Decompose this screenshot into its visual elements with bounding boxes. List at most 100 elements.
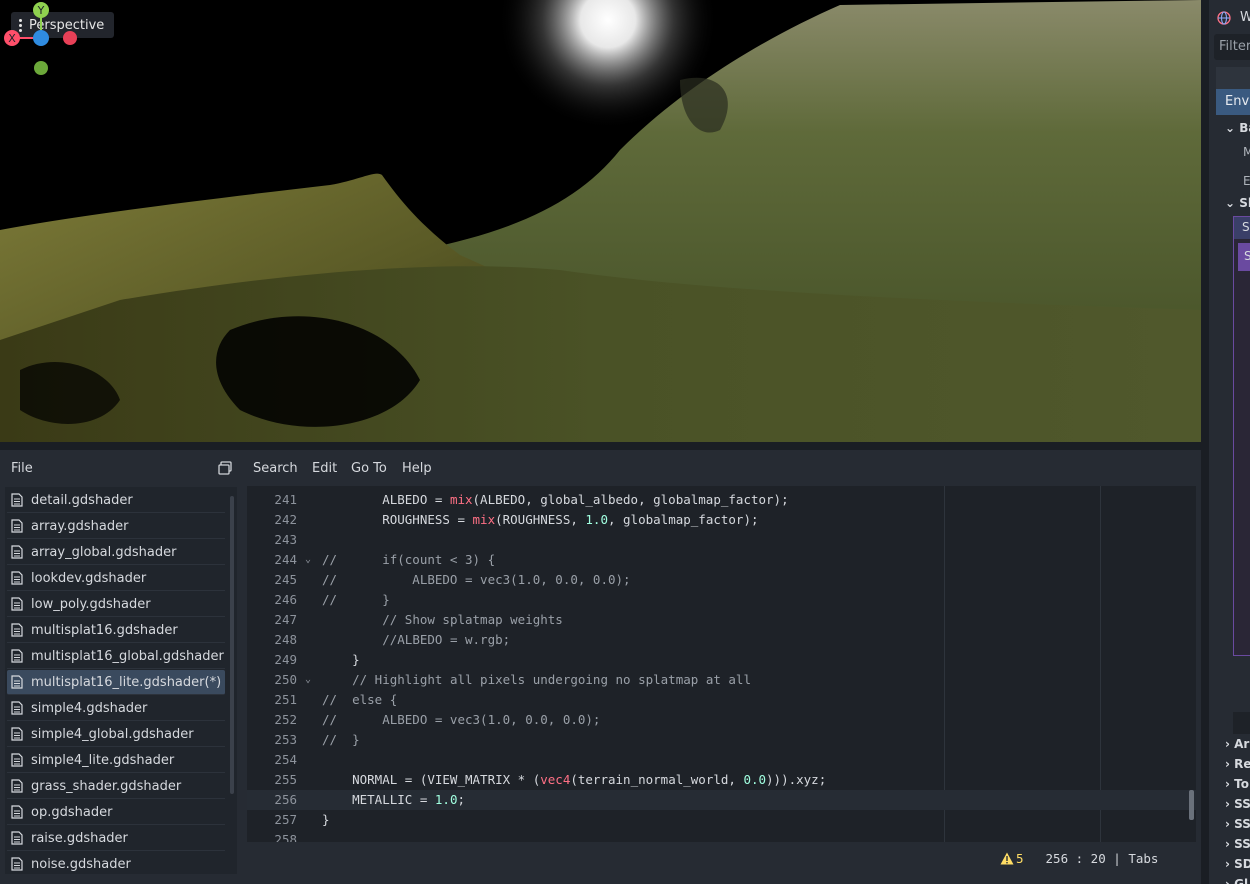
inspector-section-collapsed[interactable]: › SS xyxy=(1225,817,1250,831)
code-line[interactable]: 255 NORMAL = (VIEW_MATRIX * (vec4(terrai… xyxy=(247,770,1196,790)
inspector-section-collapsed[interactable]: › SD xyxy=(1225,857,1250,871)
inspector-section-collapsed[interactable]: › Gl xyxy=(1225,877,1248,884)
code-text: NORMAL = (VIEW_MATRIX * (vec4(terrain_no… xyxy=(322,772,827,787)
code-line[interactable]: 242 ROUGHNESS = mix(ROUGHNESS, 1.0, glob… xyxy=(247,510,1196,530)
orientation-gizmo[interactable]: Y X xyxy=(0,0,80,80)
background-section[interactable]: ⌄ Ba xyxy=(1225,121,1250,135)
script-file-list: detail.gdshader array.gdshader array_globa… xyxy=(5,487,237,874)
line-number: 247 xyxy=(274,612,297,627)
code-editor[interactable]: 241 ALBEDO = mix(ALBEDO, global_albedo, … xyxy=(247,486,1196,842)
code-line[interactable]: 247 // Show splatmap weights xyxy=(247,610,1196,630)
panel-split-handle[interactable] xyxy=(0,442,1201,450)
code-line[interactable]: 248 //ALBEDO = w.rgb; xyxy=(247,630,1196,650)
inspector-dock: W Filter Env ⌄ Ba M E ⌄ Sk S S › Ar› Re›… xyxy=(1209,0,1250,884)
code-line[interactable]: 253 // } xyxy=(247,730,1196,750)
script-file-name: array.gdshader xyxy=(31,518,129,534)
3d-viewport[interactable]: Perspective Y X xyxy=(0,0,1201,442)
script-file-name: multisplat16.gdshader xyxy=(31,622,178,638)
line-number: 257 xyxy=(274,812,297,827)
script-file-item[interactable]: multisplat16_global.gdshader xyxy=(7,644,225,669)
line-number: 255 xyxy=(274,772,297,787)
code-line[interactable]: 257} xyxy=(247,810,1196,830)
script-file-item[interactable]: simple4.gdshader xyxy=(7,696,225,721)
sky-resource-box: S S xyxy=(1233,216,1250,656)
terrain-render xyxy=(0,0,1201,442)
script-menu-bar: File Search Edit Go To Help xyxy=(0,450,1201,488)
fold-chevron-icon[interactable]: ⌄ xyxy=(305,550,315,570)
script-file-item[interactable]: raise.gdshader xyxy=(7,826,225,851)
toggle-scripts-panel-icon[interactable] xyxy=(218,461,232,475)
code-line[interactable]: 245 // ALBEDO = vec3(1.0, 0.0, 0.0); xyxy=(247,570,1196,590)
code-line[interactable]: 249 } xyxy=(247,650,1196,670)
neg-y-axis-handle[interactable] xyxy=(34,61,48,75)
text-file-icon xyxy=(11,519,23,533)
line-number: 245 xyxy=(274,572,297,587)
warning-icon[interactable] xyxy=(1000,852,1014,865)
globe-icon xyxy=(1217,11,1231,25)
neg-x-axis-handle[interactable] xyxy=(63,31,77,45)
dock-split-handle[interactable] xyxy=(1201,0,1209,884)
text-file-icon xyxy=(11,649,23,663)
code-line[interactable]: 250 ⌄ // Highlight all pixels undergoing … xyxy=(247,670,1196,690)
script-file-name: noise.gdshader xyxy=(31,856,131,872)
script-file-item[interactable]: multisplat16_lite.gdshader(*) xyxy=(7,670,225,695)
svg-text:Y: Y xyxy=(37,4,45,17)
code-line[interactable]: 251 // else { xyxy=(247,690,1196,710)
line-number: 250 xyxy=(274,672,297,687)
script-file-item[interactable]: simple4_global.gdshader xyxy=(7,722,225,747)
script-file-item[interactable]: low_poly.gdshader xyxy=(7,592,225,617)
code-line[interactable]: 246 // } xyxy=(247,590,1196,610)
environment-resource-button[interactable]: Env xyxy=(1216,89,1250,115)
file-list-scrollbar[interactable] xyxy=(230,496,234,794)
line-number: 252 xyxy=(274,712,297,727)
script-file-name: simple4.gdshader xyxy=(31,700,148,716)
script-file-item[interactable]: array.gdshader xyxy=(7,514,225,539)
script-file-item[interactable]: lookdev.gdshader xyxy=(7,566,225,591)
script-file-item[interactable]: grass_shader.gdshader xyxy=(7,774,225,799)
code-line[interactable]: 244 ⌄ // if(count < 3) { xyxy=(247,550,1196,570)
code-line[interactable]: 241 ALBEDO = mix(ALBEDO, global_albedo, … xyxy=(247,490,1196,510)
code-line[interactable]: 252 // ALBEDO = vec3(1.0, 0.0, 0.0); xyxy=(247,710,1196,730)
inspector-section-collapsed[interactable]: › Re xyxy=(1225,757,1250,771)
file-menu[interactable]: File xyxy=(11,461,33,476)
text-file-icon xyxy=(11,831,23,845)
code-line[interactable]: 258 xyxy=(247,830,1196,842)
resource-tab-label[interactable]: W xyxy=(1240,10,1250,25)
script-file-name: simple4_lite.gdshader xyxy=(31,752,175,768)
sky-section[interactable]: ⌄ Sk xyxy=(1225,196,1250,210)
inspector-section-collapsed[interactable]: › Ar xyxy=(1225,737,1249,751)
script-file-item[interactable]: multisplat16.gdshader xyxy=(7,618,225,643)
text-file-icon xyxy=(11,675,23,689)
script-file-item[interactable]: detail.gdshader xyxy=(7,488,225,513)
script-file-item[interactable]: simple4_lite.gdshader xyxy=(7,748,225,773)
code-line[interactable]: 243 xyxy=(247,530,1196,550)
code-text: // Highlight all pixels undergoing no sp… xyxy=(352,672,751,687)
editor-scrollbar[interactable] xyxy=(1189,790,1194,820)
script-file-item[interactable]: array_global.gdshader xyxy=(7,540,225,565)
script-file-name: op.gdshader xyxy=(31,804,113,820)
code-text: ROUGHNESS = mix(ROUGHNESS, 1.0, globalma… xyxy=(322,512,759,527)
edit-menu[interactable]: Edit xyxy=(312,461,337,476)
code-text: } xyxy=(322,652,360,667)
goto-menu[interactable]: Go To xyxy=(351,461,387,476)
code-text: } xyxy=(322,812,330,827)
property-field[interactable] xyxy=(1233,712,1250,734)
script-file-item[interactable]: op.gdshader xyxy=(7,800,225,825)
filter-input[interactable]: Filter xyxy=(1214,34,1250,60)
inspector-section-collapsed[interactable]: › SS xyxy=(1225,797,1250,811)
code-text: // Show splatmap weights xyxy=(382,612,563,627)
script-file-name: grass_shader.gdshader xyxy=(31,778,182,794)
script-file-item[interactable]: noise.gdshader xyxy=(7,852,225,874)
editor-status-bar: 5 256 : 20 | Tabs xyxy=(1000,848,1196,868)
code-text: METALLIC = 1.0; xyxy=(322,792,465,807)
search-menu[interactable]: Search xyxy=(253,461,298,476)
code-line[interactable]: 256 METALLIC = 1.0; xyxy=(247,790,1196,810)
line-number: 258 xyxy=(274,832,297,842)
z-axis-handle[interactable] xyxy=(33,30,49,46)
inspector-section-collapsed[interactable]: › SS xyxy=(1225,837,1250,851)
help-menu[interactable]: Help xyxy=(402,461,432,476)
inspector-section-collapsed[interactable]: › To xyxy=(1225,777,1249,791)
fold-chevron-icon[interactable]: ⌄ xyxy=(305,670,315,690)
warning-count[interactable]: 5 xyxy=(1016,851,1024,866)
code-line[interactable]: 254 xyxy=(247,750,1196,770)
